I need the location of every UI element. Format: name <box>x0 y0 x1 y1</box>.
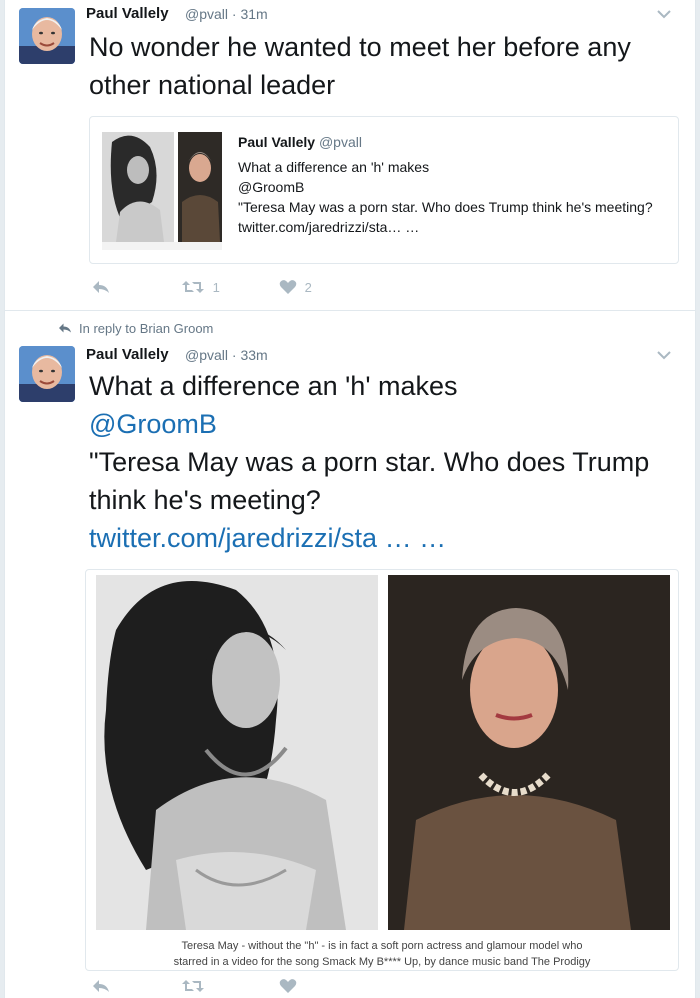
quoted-tweet-thumbnail <box>102 132 222 250</box>
heart-icon <box>279 280 297 294</box>
author-name[interactable]: Paul Vallely <box>86 5 169 22</box>
retweet-count: 1 <box>212 280 220 295</box>
quoted-text: What a difference an 'h' makes @GroomB "… <box>238 159 653 235</box>
author-handle[interactable]: @pvall · 31m <box>185 6 268 22</box>
retweet-button[interactable]: 1 <box>181 279 220 298</box>
tweet-photo[interactable]: Teresa May - without the "h" - is in fac… <box>85 569 679 971</box>
tweet-text: What a difference an 'h' makes @GroomB "… <box>89 367 659 557</box>
photo-caption: Teresa May - without the "h" - is in fac… <box>173 940 591 968</box>
url-link[interactable]: twitter.com/jaredrizzi/sta <box>89 523 377 553</box>
tweet-actions: 1 2 <box>89 279 389 299</box>
photo-image <box>96 575 670 930</box>
tweet-actions <box>89 978 389 998</box>
reply-button[interactable] <box>91 279 111 298</box>
chevron-down-icon[interactable] <box>655 347 673 365</box>
like-count: 2 <box>304 280 312 295</box>
author-name[interactable]: Paul Vallely <box>86 346 169 363</box>
avatar-image <box>19 8 75 64</box>
avatar[interactable] <box>19 346 75 402</box>
reply-context[interactable]: In reply to Brian Groom <box>57 321 213 336</box>
reply-icon <box>93 980 109 992</box>
reply-icon <box>93 281 109 293</box>
quoted-tweet[interactable]: Paul Vallely @pvall What a difference an… <box>89 116 679 264</box>
chevron-down-icon[interactable] <box>655 6 673 24</box>
retweet-icon <box>182 281 204 293</box>
avatar[interactable] <box>19 8 75 64</box>
tweet-text: No wonder he wanted to meet her before a… <box>89 32 631 100</box>
reply-icon <box>59 323 71 333</box>
avatar-image <box>19 346 75 402</box>
tweet-time[interactable]: · 33m <box>232 347 268 363</box>
tweet-time[interactable]: · 31m <box>232 6 268 22</box>
mention-link[interactable]: @GroomB <box>89 405 659 443</box>
like-button[interactable] <box>279 978 297 997</box>
quoted-author[interactable]: Paul Vallely @pvall <box>238 134 362 150</box>
reply-button[interactable] <box>91 978 111 997</box>
author-handle[interactable]: @pvall · 33m <box>185 347 268 363</box>
retweet-button[interactable] <box>181 978 205 997</box>
heart-icon <box>279 979 297 993</box>
retweet-icon <box>182 980 204 992</box>
tweet-card[interactable]: Paul Vallely @pvall · 31m No wonder he w… <box>4 0 696 311</box>
tweet-card[interactable]: In reply to Brian Groom Paul Vallely @pv… <box>4 311 696 998</box>
like-button[interactable]: 2 <box>279 279 312 298</box>
